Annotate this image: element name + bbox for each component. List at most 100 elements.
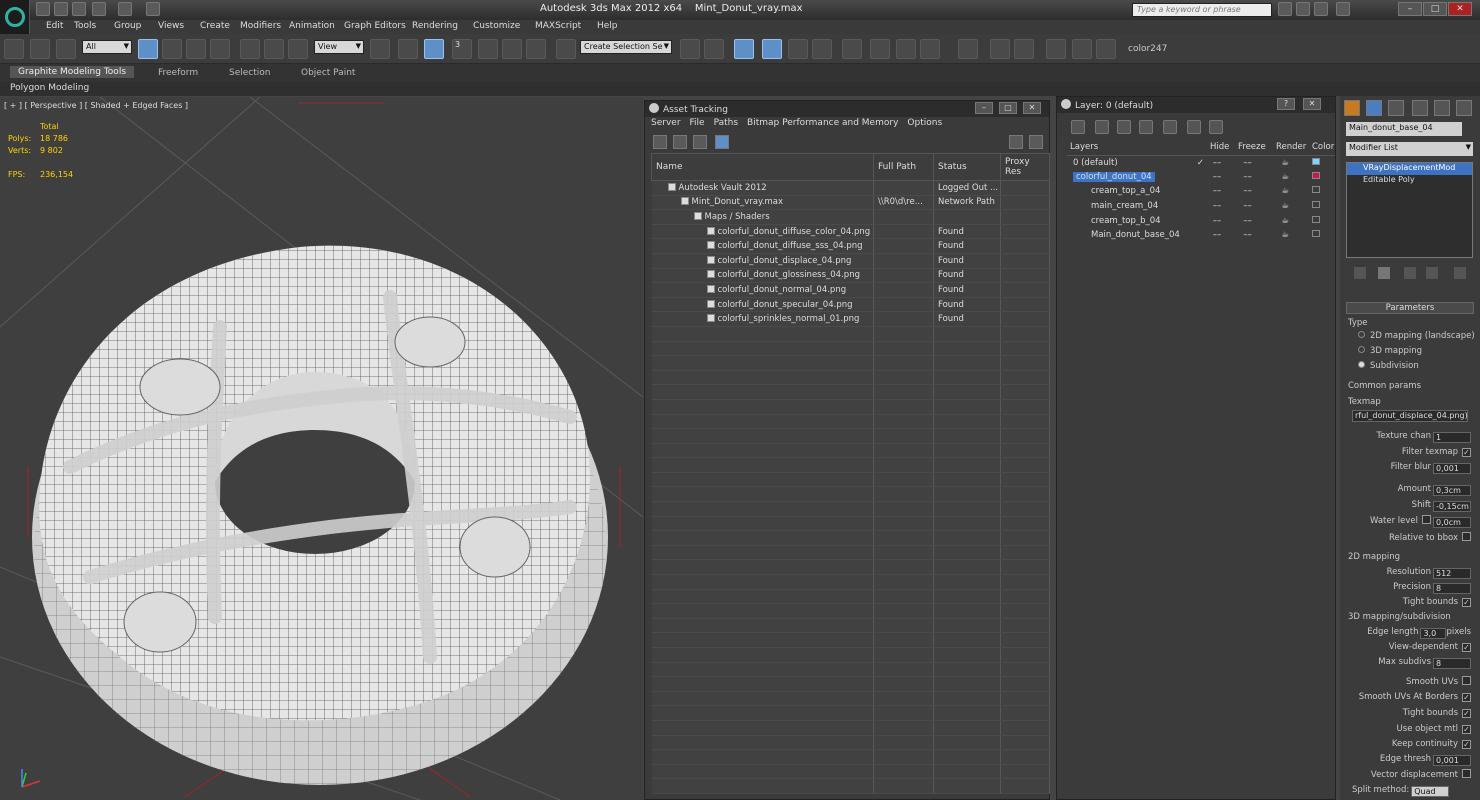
snap-toggle-icon[interactable]: 3 — [452, 39, 472, 59]
water-level-checkbox[interactable] — [1422, 515, 1431, 524]
remove-modifier-icon[interactable] — [1426, 267, 1438, 279]
asset-row[interactable]: Autodesk Vault 2012 Logged Out ... — [651, 180, 1050, 196]
layer-freeze-cell[interactable]: –– — [1235, 155, 1273, 170]
amount-spinner[interactable]: 0,3cm — [1433, 485, 1471, 496]
light-lister-icon[interactable] — [990, 39, 1010, 59]
save-icon[interactable] — [72, 2, 86, 16]
menu-rendering[interactable]: Rendering — [412, 21, 458, 31]
filter-blur-spinner[interactable]: 0,001 — [1433, 463, 1471, 474]
asset-menu-bitmap-performance-and-memory[interactable]: Bitmap Performance and Memory — [747, 118, 898, 128]
layer-render-cell[interactable]: ☕ — [1273, 170, 1309, 185]
asset-row[interactable]: Mint_Donut_vray.max \\R0\d\re... Network P… — [651, 195, 1050, 211]
menu-maxscript[interactable]: MAXScript — [535, 21, 581, 31]
col-name[interactable]: Name — [651, 153, 874, 181]
hide-all-icon[interactable] — [1187, 120, 1201, 134]
pivot-icon[interactable] — [370, 39, 390, 59]
render-teapot-icon[interactable] — [920, 39, 940, 59]
layer-hide-cell[interactable]: –– — [1207, 213, 1235, 228]
layer-hide-cell[interactable]: –– — [1207, 170, 1235, 185]
undo-icon[interactable] — [92, 2, 106, 16]
asset-menu-options[interactable]: Options — [907, 118, 942, 128]
layer-freeze-cell[interactable]: –– — [1235, 213, 1273, 228]
menu-create[interactable]: Create — [200, 21, 230, 31]
parameters-rollout-header[interactable]: Parameters — [1346, 302, 1474, 314]
resolution-spinner[interactable]: 512 — [1433, 568, 1471, 579]
render-setup-icon[interactable] — [870, 39, 890, 59]
utilities-tab-icon[interactable] — [1456, 100, 1472, 116]
select-object-icon[interactable] — [138, 39, 158, 59]
pin-stack-icon[interactable] — [1354, 267, 1366, 279]
asset-menu-paths[interactable]: Paths — [714, 118, 738, 128]
texmap-button[interactable]: rful_donut_displace_04.png) — [1352, 410, 1468, 422]
manipulate-icon[interactable] — [398, 39, 418, 59]
material-editor-icon[interactable] — [842, 39, 862, 59]
water-level-spinner[interactable]: 0,0cm — [1433, 517, 1471, 528]
show-end-result-icon[interactable] — [1378, 267, 1390, 279]
renderer-icon[interactable] — [1046, 39, 1066, 59]
rotate-icon[interactable] — [264, 39, 284, 59]
layer-help-button[interactable]: ? — [1277, 98, 1295, 110]
layer-row[interactable]: main_cream_04 –– –– ☕ — [1067, 199, 1335, 214]
tight-bounds-2d-checkbox[interactable]: ✓ — [1462, 598, 1471, 607]
keep-continuity-checkbox[interactable]: ✓ — [1462, 740, 1471, 749]
menu-customize[interactable]: Customize — [473, 21, 520, 31]
camera-icon[interactable] — [1014, 39, 1034, 59]
asset-maximize-button[interactable]: □ — [999, 102, 1017, 114]
project-icon[interactable] — [146, 2, 160, 16]
menu-tools[interactable]: Tools — [74, 21, 96, 31]
layer-freeze-cell[interactable]: –– — [1235, 199, 1273, 214]
highlight-layer-icon[interactable] — [1163, 120, 1177, 134]
open-icon[interactable] — [54, 2, 68, 16]
delete-layer-icon[interactable] — [1095, 120, 1109, 134]
make-unique-icon[interactable] — [1404, 267, 1416, 279]
smooth-uvs-checkbox[interactable] — [1462, 676, 1471, 685]
asset-row[interactable]: colorful_donut_diffuse_color_04.png Found — [651, 224, 1050, 240]
modifier-list-dropdown[interactable]: Modifier List ▼ — [1346, 142, 1473, 156]
configure-sets-icon[interactable] — [1454, 267, 1466, 279]
menu-views[interactable]: Views — [158, 21, 184, 31]
stack-item-vraydisplacement[interactable]: VRayDisplacementMod — [1347, 163, 1472, 175]
add-to-layer-icon[interactable] — [1117, 120, 1131, 134]
app-logo-button[interactable] — [0, 0, 30, 34]
layer-render-cell[interactable]: ☕ — [1273, 155, 1309, 170]
unlink-icon[interactable] — [30, 39, 50, 59]
new-icon[interactable] — [36, 2, 50, 16]
refresh-icon[interactable] — [653, 135, 667, 149]
viewport-label[interactable]: [ + ] [ Perspective ] [ Shaded + Edged F… — [4, 101, 188, 110]
binoculars-icon[interactable] — [1278, 2, 1292, 16]
asset-row[interactable]: colorful_donut_displace_04.png Found — [651, 253, 1050, 269]
close-button[interactable]: ✕ — [1448, 2, 1472, 16]
create-tab-icon[interactable] — [1344, 100, 1360, 116]
layer-hide-cell[interactable]: –– — [1207, 228, 1235, 243]
object-name-field[interactable]: Main_donut_base_04 — [1346, 122, 1462, 136]
window-crossing-icon[interactable] — [210, 39, 230, 59]
layer-row[interactable]: colorful_donut_04 –– –– ☕ — [1067, 170, 1335, 185]
layer-render-cell[interactable]: ☕ — [1273, 213, 1309, 228]
smooth-uvs-borders-checkbox[interactable]: ✓ — [1462, 693, 1471, 702]
redo-icon[interactable] — [118, 2, 132, 16]
layer-row[interactable]: cream_top_b_04 –– –– ☕ — [1067, 213, 1335, 228]
list-view-icon[interactable] — [673, 135, 687, 149]
layer-render-cell[interactable]: ☕ — [1273, 199, 1309, 214]
menu-edit[interactable]: Edit — [46, 21, 63, 31]
shift-spinner[interactable]: -0,15cm — [1433, 501, 1471, 512]
col-color[interactable]: Color — [1309, 139, 1335, 156]
edge-length-spinner[interactable]: 3,0 — [1420, 628, 1447, 639]
detail-view-icon[interactable] — [693, 135, 707, 149]
asset-close-button[interactable]: ✕ — [1023, 102, 1041, 114]
layer-manager-icon[interactable] — [734, 39, 754, 59]
vector-displacement-checkbox[interactable] — [1462, 769, 1471, 778]
precision-spinner[interactable]: 8 — [1433, 583, 1471, 594]
display-tab-icon[interactable] — [1434, 100, 1450, 116]
select-by-name-icon[interactable] — [162, 39, 182, 59]
asset-row[interactable]: colorful_donut_specular_04.png Found — [651, 297, 1050, 313]
layer-color-swatch[interactable] — [1312, 201, 1320, 209]
layer-row[interactable]: cream_top_a_04 –– –– ☕ — [1067, 184, 1335, 199]
modifier-stack[interactable]: VRayDisplacementMod Editable Poly — [1346, 162, 1473, 258]
search-input[interactable]: Type a keyword or phrase — [1132, 3, 1272, 17]
menu-group[interactable]: Group — [114, 21, 141, 31]
stack-item-editable-poly[interactable]: Editable Poly — [1347, 175, 1472, 187]
col-status[interactable]: Status — [933, 153, 1001, 181]
ribbon-tab-object-paint[interactable]: Object Paint — [301, 68, 355, 78]
col-full-path[interactable]: Full Path — [873, 153, 934, 181]
